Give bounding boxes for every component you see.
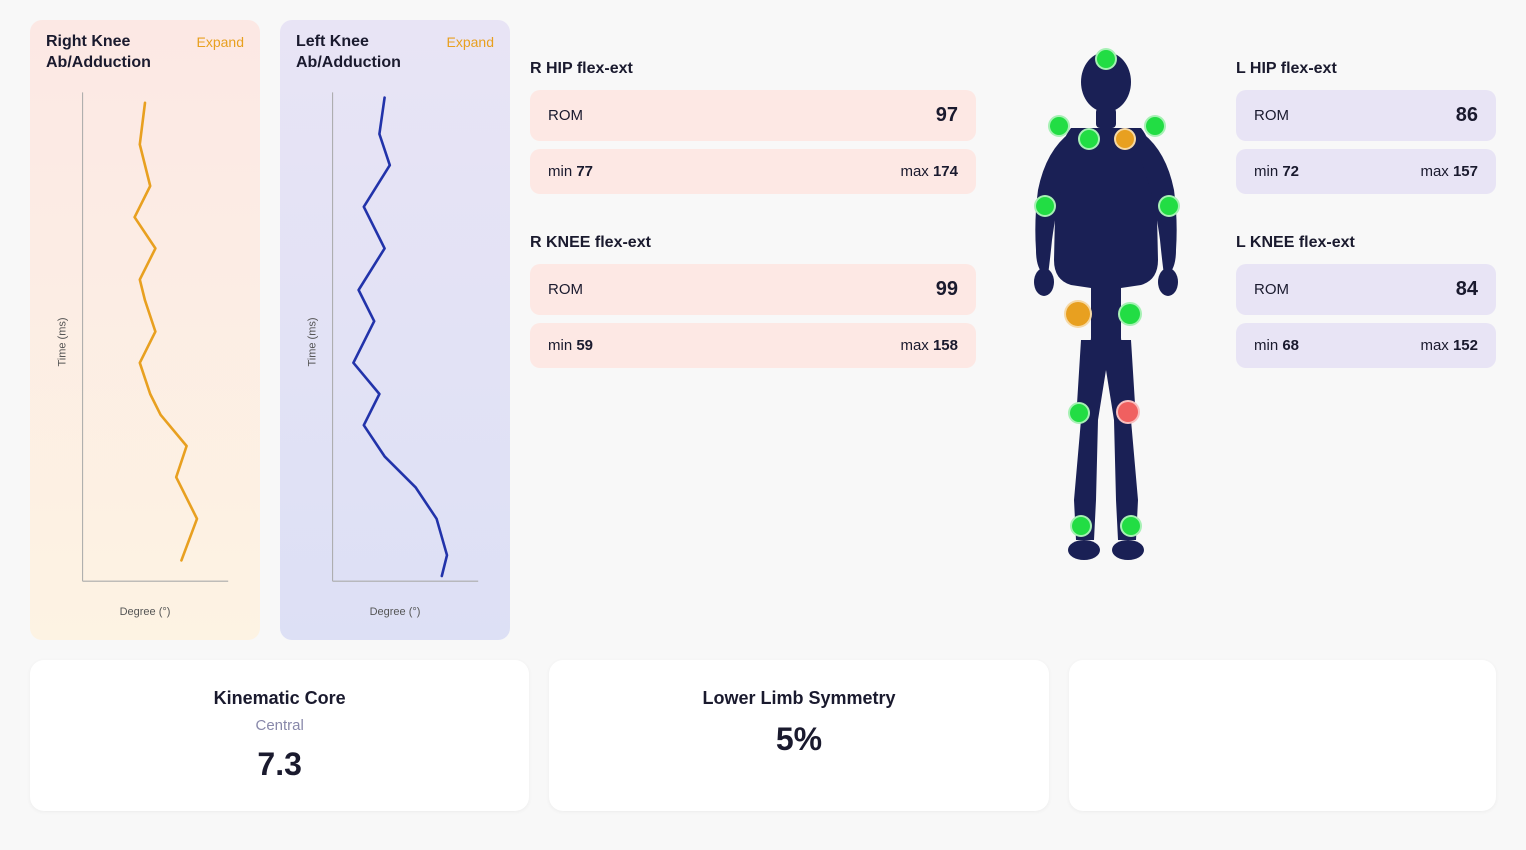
r-hip-rom-label: ROM [548,107,583,124]
r-knee-rom-card: ROM 99 [530,264,976,315]
r-hip-title: R HIP flex-ext [530,60,976,78]
r-knee-title: R KNEE flex-ext [530,234,976,252]
left-chart-x-label: Degree (°) [296,606,494,618]
empty-bottom-card [1069,660,1496,811]
sensor-elbow-left [1034,195,1056,217]
r-knee-minmax-card: min 59 max 158 [530,323,976,368]
kinematic-core-title: Kinematic Core [214,688,346,709]
r-knee-min: min 59 [548,337,593,354]
left-metrics-area: L HIP flex-ext ROM 86 min 72 max 157 L K… [1236,20,1496,368]
l-hip-section: L HIP flex-ext ROM 86 min 72 max 157 [1236,60,1496,194]
right-expand-button[interactable]: Expand [197,34,244,50]
l-hip-title: L HIP flex-ext [1236,60,1496,78]
r-hip-max: max 174 [900,163,958,180]
sensor-ankle-right [1120,515,1142,537]
r-knee-rom-label: ROM [548,281,583,298]
lower-limb-title: Lower Limb Symmetry [702,688,895,709]
sensor-ankle-left [1070,515,1092,537]
right-chart-svg [46,82,244,602]
r-hip-min: min 77 [548,163,593,180]
sensor-chest-right [1114,128,1136,150]
l-hip-min: min 72 [1254,163,1299,180]
lower-limb-value: 5% [776,721,822,758]
sensor-elbow-right [1158,195,1180,217]
r-hip-rom-card: ROM 97 [530,90,976,141]
left-knee-chart: Left KneeAb/Adduction Expand Time (ms) D… [280,20,510,640]
l-knee-max: max 152 [1420,337,1478,354]
right-chart-x-label: Degree (°) [46,606,244,618]
r-hip-rom-value: 97 [936,104,958,127]
l-hip-rom-value: 86 [1456,104,1478,127]
left-chart-y-label: Time (ms) [307,317,319,366]
right-metrics-area: R HIP flex-ext ROM 97 min 77 max 174 R K… [530,20,976,368]
r-knee-max: max 158 [900,337,958,354]
l-hip-max: max 157 [1420,163,1478,180]
body-figure [1006,40,1206,620]
l-knee-title: L KNEE flex-ext [1236,234,1496,252]
l-knee-section: L KNEE flex-ext ROM 84 min 68 max 152 [1236,234,1496,368]
l-knee-minmax-card: min 68 max 152 [1236,323,1496,368]
right-knee-chart: Right KneeAb/Adduction Expand Time (ms) … [30,20,260,640]
right-chart-y-label: Time (ms) [57,317,69,366]
sensor-hip-left [1064,300,1092,328]
bottom-section: Kinematic Core Central 7.3 Lower Limb Sy… [30,660,1496,811]
l-hip-minmax-card: min 72 max 157 [1236,149,1496,194]
left-chart-svg [296,82,494,602]
l-hip-rom-label: ROM [1254,107,1289,124]
left-expand-button[interactable]: Expand [447,34,494,50]
body-silhouette-svg [1006,40,1206,620]
lower-limb-card: Lower Limb Symmetry 5% [549,660,1048,811]
sensor-hip-right [1118,302,1142,326]
l-knee-min: min 68 [1254,337,1299,354]
r-knee-section: R KNEE flex-ext ROM 99 min 59 max 158 [530,234,976,368]
l-knee-rom-value: 84 [1456,278,1478,301]
kinematic-core-subtitle: Central [255,717,303,734]
l-knee-rom-card: ROM 84 [1236,264,1496,315]
r-hip-section: R HIP flex-ext ROM 97 min 77 max 174 [530,60,976,194]
sensor-shoulder-left [1048,115,1070,137]
r-hip-minmax-card: min 77 max 174 [530,149,976,194]
sensor-knee-right [1068,402,1090,424]
l-knee-rom-label: ROM [1254,281,1289,298]
r-knee-rom-value: 99 [936,278,958,301]
sensor-knee-left [1116,400,1140,424]
sensor-chest-left [1078,128,1100,150]
body-figure-area [996,20,1216,620]
kinematic-core-card: Kinematic Core Central 7.3 [30,660,529,811]
sensor-shoulder-right [1144,115,1166,137]
l-hip-rom-card: ROM 86 [1236,90,1496,141]
kinematic-core-value: 7.3 [257,746,301,783]
sensor-head [1095,48,1117,70]
